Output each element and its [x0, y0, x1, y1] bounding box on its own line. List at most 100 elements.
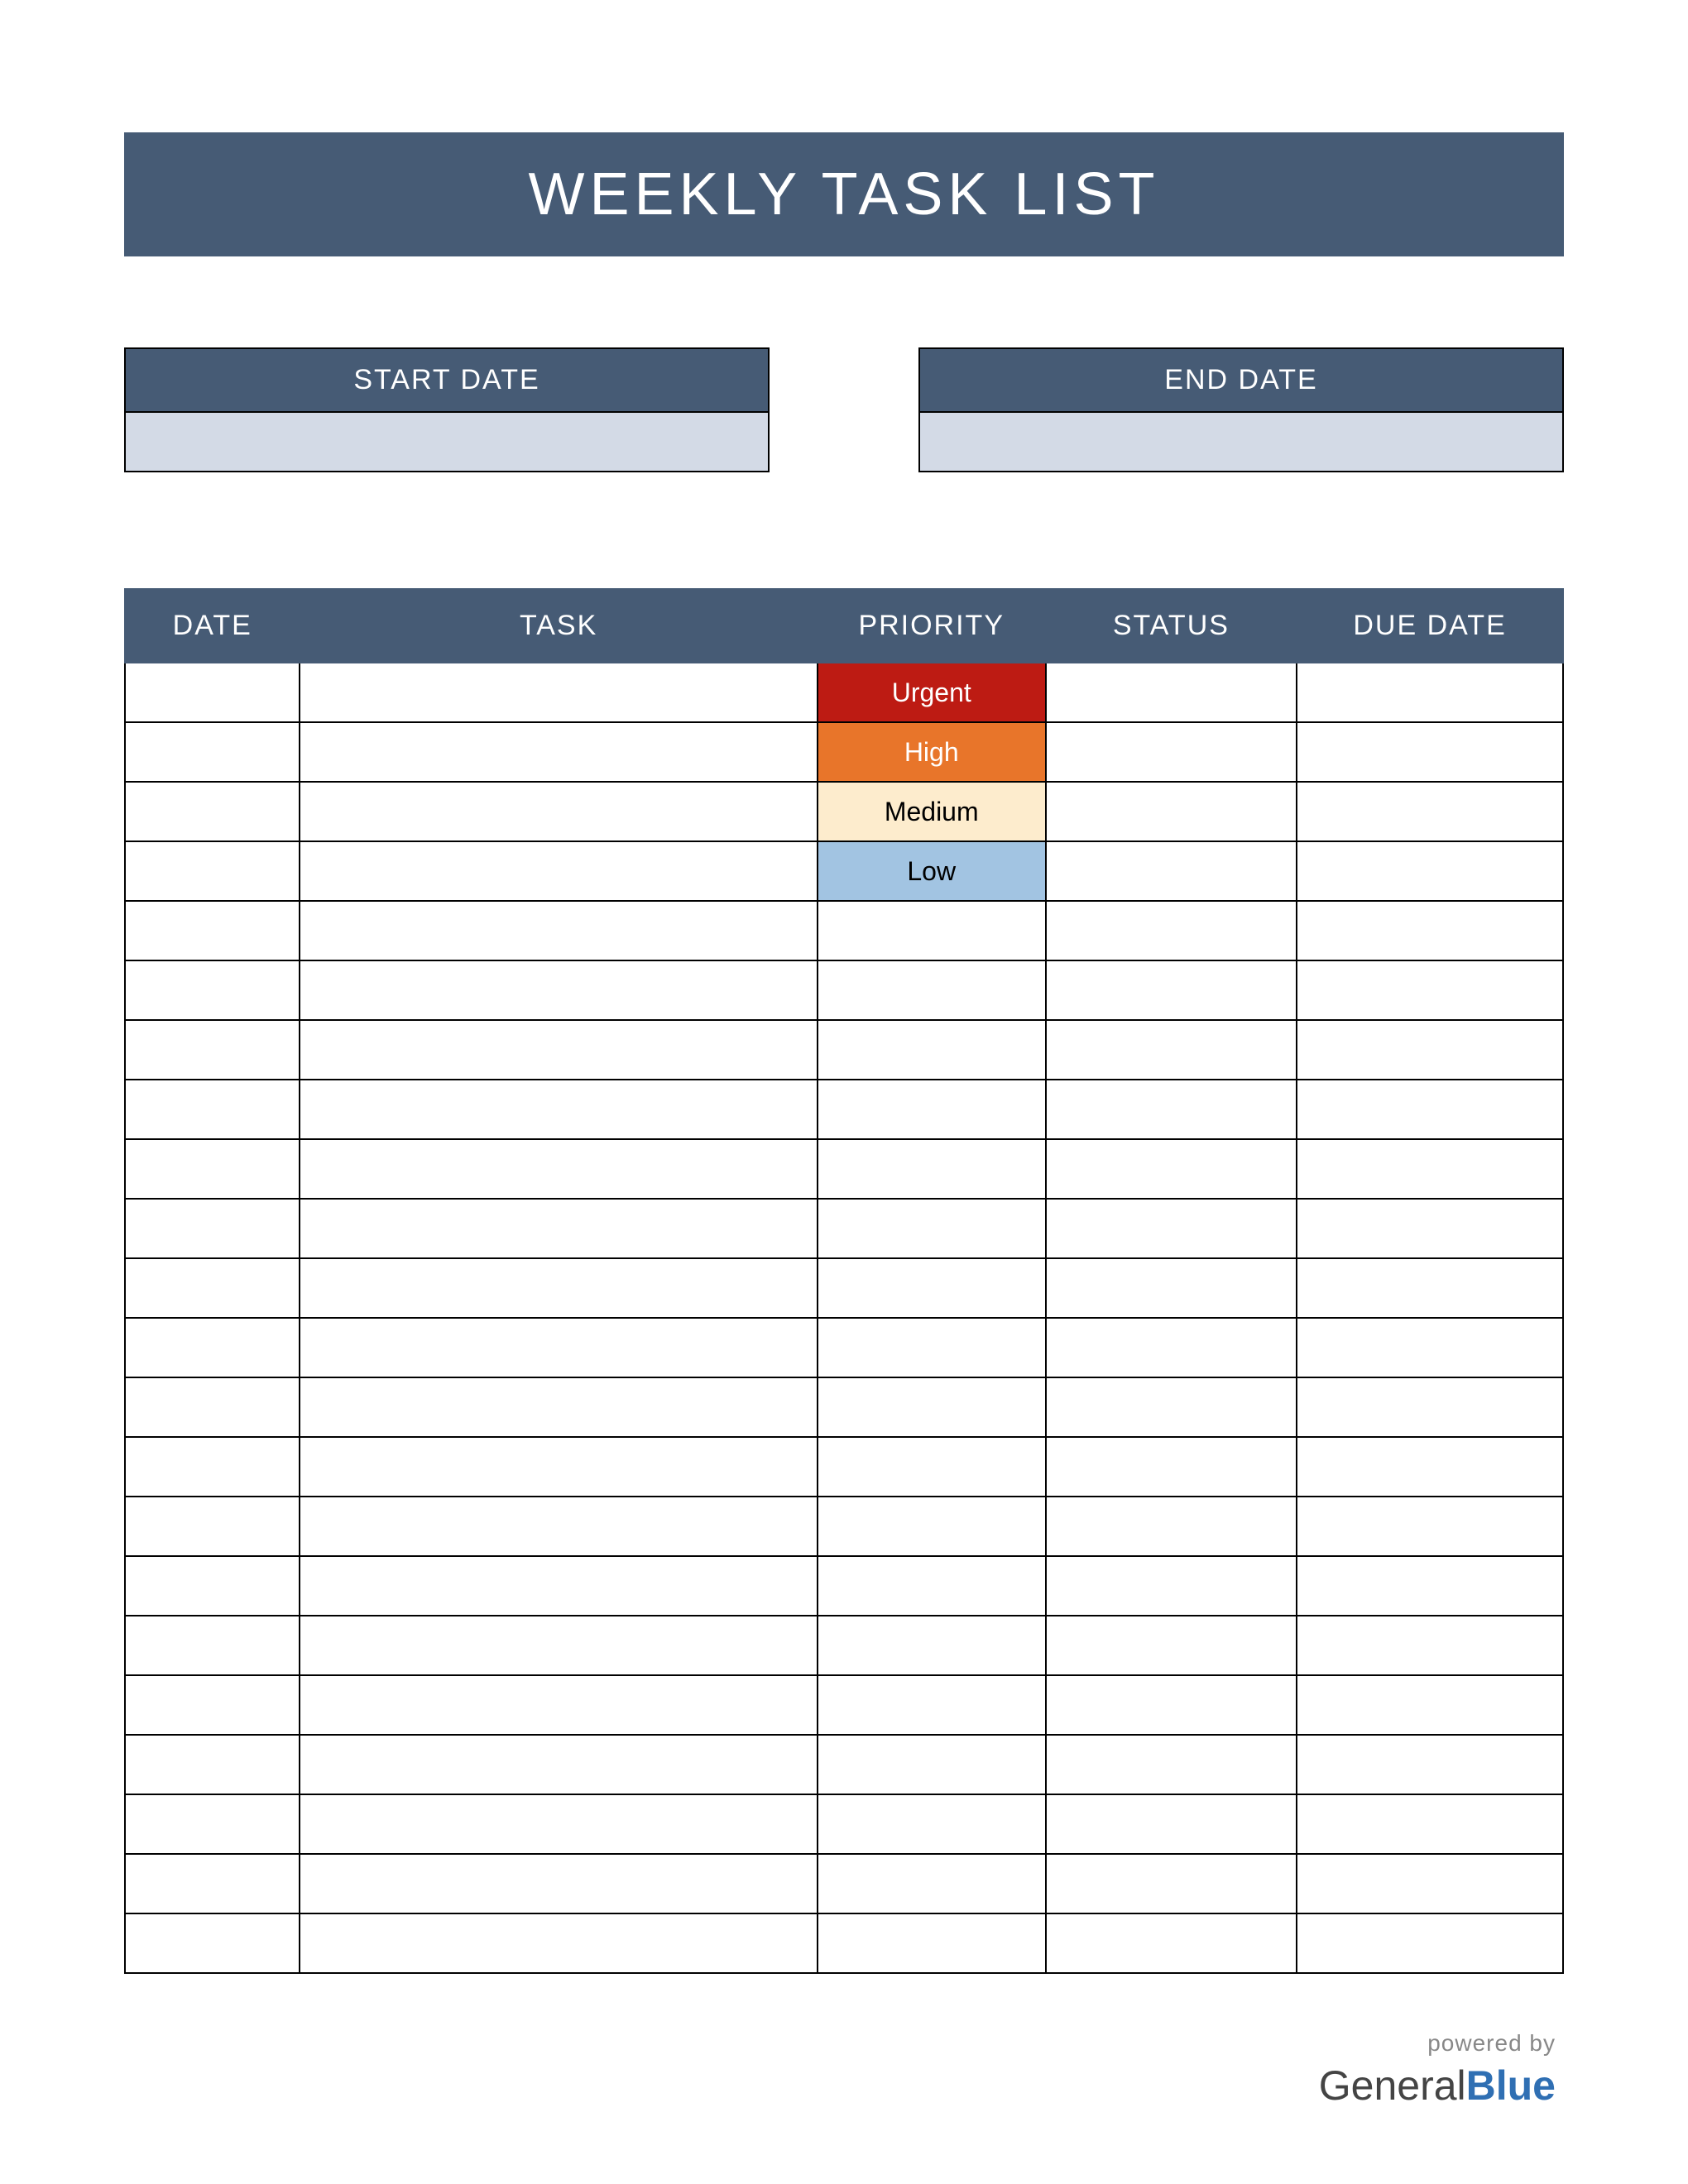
- cell-priority[interactable]: [818, 1556, 1046, 1616]
- cell-status[interactable]: [1046, 1735, 1297, 1794]
- cell-priority[interactable]: [818, 1913, 1046, 1973]
- cell-due-date[interactable]: [1297, 663, 1563, 722]
- cell-priority[interactable]: Urgent: [818, 663, 1046, 722]
- cell-task[interactable]: [300, 1318, 817, 1377]
- cell-date[interactable]: [125, 1913, 300, 1973]
- cell-date[interactable]: [125, 1020, 300, 1080]
- cell-due-date[interactable]: [1297, 1616, 1563, 1675]
- cell-status[interactable]: [1046, 1616, 1297, 1675]
- cell-task[interactable]: [300, 841, 817, 901]
- cell-status[interactable]: [1046, 782, 1297, 841]
- cell-priority[interactable]: [818, 1377, 1046, 1437]
- cell-date[interactable]: [125, 1199, 300, 1258]
- cell-status[interactable]: [1046, 722, 1297, 782]
- cell-priority[interactable]: High: [818, 722, 1046, 782]
- cell-task[interactable]: [300, 1437, 817, 1497]
- cell-due-date[interactable]: [1297, 960, 1563, 1020]
- cell-due-date[interactable]: [1297, 1854, 1563, 1913]
- cell-due-date[interactable]: [1297, 1020, 1563, 1080]
- cell-status[interactable]: [1046, 1318, 1297, 1377]
- cell-priority[interactable]: [818, 1854, 1046, 1913]
- cell-date[interactable]: [125, 1735, 300, 1794]
- cell-priority[interactable]: [818, 1258, 1046, 1318]
- cell-task[interactable]: [300, 1854, 817, 1913]
- cell-date[interactable]: [125, 841, 300, 901]
- cell-priority[interactable]: [818, 1497, 1046, 1556]
- cell-priority[interactable]: Low: [818, 841, 1046, 901]
- cell-priority[interactable]: [818, 1199, 1046, 1258]
- cell-status[interactable]: [1046, 1020, 1297, 1080]
- cell-task[interactable]: [300, 1258, 817, 1318]
- cell-status[interactable]: [1046, 663, 1297, 722]
- cell-status[interactable]: [1046, 1854, 1297, 1913]
- cell-due-date[interactable]: [1297, 1497, 1563, 1556]
- cell-due-date[interactable]: [1297, 782, 1563, 841]
- cell-date[interactable]: [125, 782, 300, 841]
- cell-task[interactable]: [300, 1794, 817, 1854]
- cell-status[interactable]: [1046, 901, 1297, 960]
- cell-priority[interactable]: [818, 1020, 1046, 1080]
- cell-due-date[interactable]: [1297, 1318, 1563, 1377]
- cell-status[interactable]: [1046, 1497, 1297, 1556]
- cell-status[interactable]: [1046, 1377, 1297, 1437]
- cell-priority[interactable]: Medium: [818, 782, 1046, 841]
- cell-date[interactable]: [125, 1616, 300, 1675]
- cell-due-date[interactable]: [1297, 1735, 1563, 1794]
- cell-task[interactable]: [300, 901, 817, 960]
- cell-task[interactable]: [300, 663, 817, 722]
- cell-priority[interactable]: [818, 1139, 1046, 1199]
- cell-status[interactable]: [1046, 1794, 1297, 1854]
- cell-due-date[interactable]: [1297, 1794, 1563, 1854]
- cell-priority[interactable]: [818, 1437, 1046, 1497]
- cell-date[interactable]: [125, 1437, 300, 1497]
- cell-date[interactable]: [125, 1258, 300, 1318]
- cell-due-date[interactable]: [1297, 1556, 1563, 1616]
- cell-date[interactable]: [125, 1556, 300, 1616]
- cell-status[interactable]: [1046, 1080, 1297, 1139]
- cell-task[interactable]: [300, 1735, 817, 1794]
- cell-task[interactable]: [300, 1556, 817, 1616]
- start-date-input[interactable]: [126, 411, 768, 471]
- cell-status[interactable]: [1046, 1675, 1297, 1735]
- cell-task[interactable]: [300, 1020, 817, 1080]
- cell-task[interactable]: [300, 1616, 817, 1675]
- cell-task[interactable]: [300, 1199, 817, 1258]
- cell-status[interactable]: [1046, 1139, 1297, 1199]
- cell-task[interactable]: [300, 1913, 817, 1973]
- cell-status[interactable]: [1046, 1913, 1297, 1973]
- cell-status[interactable]: [1046, 1258, 1297, 1318]
- cell-due-date[interactable]: [1297, 1080, 1563, 1139]
- cell-due-date[interactable]: [1297, 841, 1563, 901]
- cell-date[interactable]: [125, 1794, 300, 1854]
- cell-priority[interactable]: [818, 1794, 1046, 1854]
- cell-due-date[interactable]: [1297, 1675, 1563, 1735]
- cell-due-date[interactable]: [1297, 1199, 1563, 1258]
- cell-task[interactable]: [300, 1377, 817, 1437]
- cell-due-date[interactable]: [1297, 1913, 1563, 1973]
- cell-due-date[interactable]: [1297, 722, 1563, 782]
- cell-status[interactable]: [1046, 841, 1297, 901]
- cell-priority[interactable]: [818, 1675, 1046, 1735]
- cell-task[interactable]: [300, 960, 817, 1020]
- cell-date[interactable]: [125, 1497, 300, 1556]
- cell-task[interactable]: [300, 1675, 817, 1735]
- cell-due-date[interactable]: [1297, 1139, 1563, 1199]
- cell-date[interactable]: [125, 1139, 300, 1199]
- cell-date[interactable]: [125, 722, 300, 782]
- cell-due-date[interactable]: [1297, 1258, 1563, 1318]
- cell-priority[interactable]: [818, 1735, 1046, 1794]
- cell-status[interactable]: [1046, 960, 1297, 1020]
- cell-priority[interactable]: [818, 1080, 1046, 1139]
- cell-date[interactable]: [125, 1080, 300, 1139]
- cell-status[interactable]: [1046, 1199, 1297, 1258]
- cell-due-date[interactable]: [1297, 901, 1563, 960]
- cell-date[interactable]: [125, 901, 300, 960]
- cell-status[interactable]: [1046, 1556, 1297, 1616]
- cell-due-date[interactable]: [1297, 1377, 1563, 1437]
- cell-date[interactable]: [125, 1377, 300, 1437]
- cell-task[interactable]: [300, 1139, 817, 1199]
- cell-priority[interactable]: [818, 901, 1046, 960]
- cell-priority[interactable]: [818, 1616, 1046, 1675]
- cell-date[interactable]: [125, 663, 300, 722]
- cell-priority[interactable]: [818, 960, 1046, 1020]
